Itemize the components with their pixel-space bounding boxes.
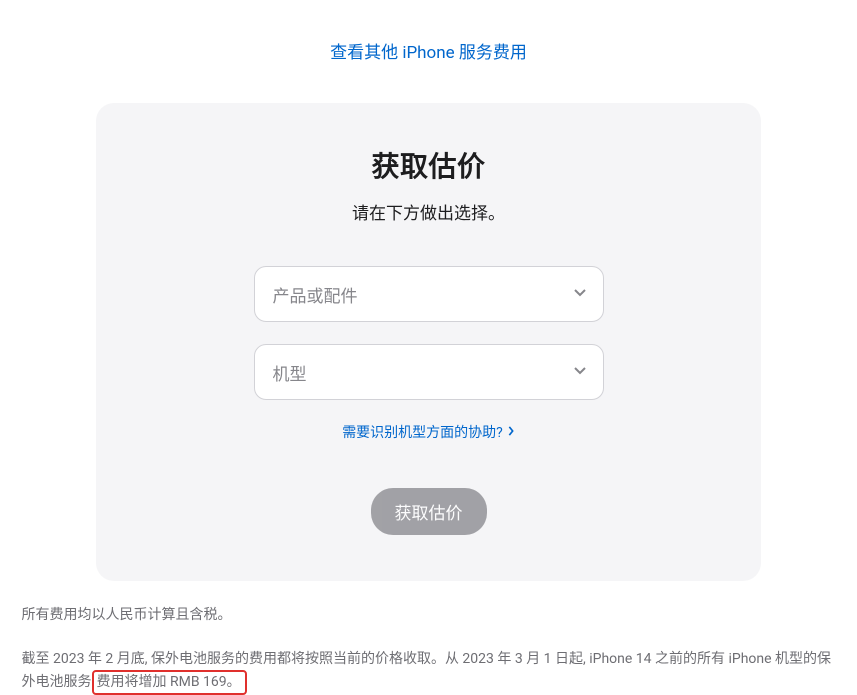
help-link-label: 需要识别机型方面的协助? (342, 422, 503, 442)
footer-note-highlight: 费用将增加 RMB 169。 (92, 670, 247, 695)
get-estimate-button[interactable]: 获取估价 (371, 488, 487, 535)
estimate-card: 获取估价 请在下方做出选择。 产品或配件 机型 需要识别机型方面的协助? 获取估… (96, 103, 761, 581)
model-select-wrap: 机型 (254, 344, 604, 400)
chevron-right-icon (507, 424, 515, 440)
footer-note-price-change: 截至 2023 年 2 月底, 保外电池服务的费用都将按照当前的价格收取。从 2… (22, 649, 836, 695)
card-title: 获取估价 (136, 145, 721, 185)
card-subtitle: 请在下方做出选择。 (136, 199, 721, 224)
product-select-wrap: 产品或配件 (254, 266, 604, 322)
identify-model-help-link[interactable]: 需要识别机型方面的协助? (342, 422, 515, 442)
footer-note-currency: 所有费用均以人民币计算且含税。 (22, 605, 836, 625)
other-services-link[interactable]: 查看其他 iPhone 服务费用 (330, 43, 527, 63)
top-link-wrap: 查看其他 iPhone 服务费用 (0, 0, 857, 83)
model-select[interactable]: 机型 (254, 344, 604, 400)
footer: 所有费用均以人民币计算且含税。 截至 2023 年 2 月底, 保外电池服务的费… (14, 605, 844, 695)
product-select[interactable]: 产品或配件 (254, 266, 604, 322)
